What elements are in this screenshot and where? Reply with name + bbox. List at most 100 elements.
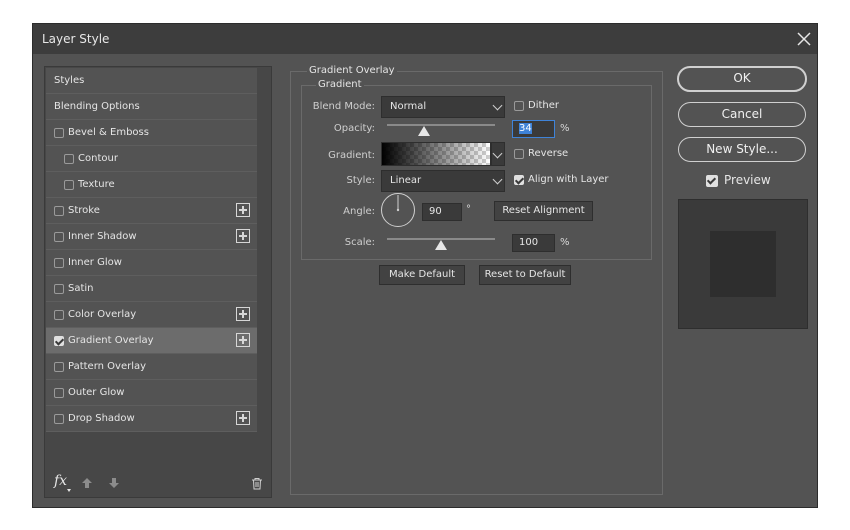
gradient-overlay-title: Gradient Overlay: [307, 65, 397, 77]
style-item-checkbox[interactable]: [54, 232, 64, 242]
scale-slider-thumb[interactable]: [435, 240, 447, 250]
opacity-value: 34: [519, 123, 532, 134]
style-item-label: Texture: [78, 179, 115, 190]
style-item-satin[interactable]: Satin: [46, 276, 257, 302]
style-item-label: Gradient Overlay: [68, 335, 154, 346]
style-item-color-overlay[interactable]: Color Overlay: [46, 302, 257, 328]
style-item-outer-glow[interactable]: Outer Glow: [46, 380, 257, 406]
style-item-styles[interactable]: Styles: [46, 68, 257, 94]
opacity-slider-thumb[interactable]: [417, 126, 430, 136]
scale-input[interactable]: 100: [512, 234, 555, 252]
style-item-contour[interactable]: Contour: [46, 146, 257, 172]
angle-input[interactable]: 90: [422, 203, 462, 221]
cancel-button[interactable]: Cancel: [678, 102, 806, 127]
blend-mode-label: Blend Mode:: [312, 101, 375, 112]
title-bar[interactable]: Layer Style: [33, 24, 817, 54]
style-select[interactable]: Linear: [381, 170, 505, 192]
style-item-bevel-emboss[interactable]: Bevel & Emboss: [46, 120, 257, 146]
dither-label: Dither: [528, 100, 560, 111]
add-effect-icon[interactable]: [236, 411, 250, 425]
style-item-label: Stroke: [68, 205, 100, 216]
blend-mode-select[interactable]: Normal: [381, 96, 505, 118]
style-item-checkbox[interactable]: [54, 310, 64, 320]
style-item-label: Satin: [68, 283, 94, 294]
preview-checkbox[interactable]: [706, 175, 718, 187]
scale-label: Scale:: [344, 237, 375, 248]
style-item-inner-shadow[interactable]: Inner Shadow: [46, 224, 257, 250]
gradient-dropdown[interactable]: [491, 142, 505, 166]
style-item-label: Inner Shadow: [68, 231, 137, 242]
style-item-texture[interactable]: Texture: [46, 172, 257, 198]
style-item-pattern-overlay[interactable]: Pattern Overlay: [46, 354, 257, 380]
add-effect-icon[interactable]: [236, 333, 250, 347]
style-item-checkbox[interactable]: [54, 414, 64, 424]
gradient-swatch[interactable]: [381, 142, 491, 166]
align-with-layer-label: Align with Layer: [528, 174, 609, 185]
style-item-checkbox[interactable]: [54, 206, 64, 216]
style-value: Linear: [390, 175, 422, 186]
style-item-blending-options[interactable]: Blending Options: [46, 94, 257, 120]
gradient-subgroup-title: Gradient: [316, 79, 364, 91]
close-icon[interactable]: [795, 30, 813, 48]
scale-value: 100: [519, 237, 539, 248]
opacity-label: Opacity:: [333, 123, 375, 134]
preview-label: Preview: [724, 173, 771, 187]
scale-unit: %: [560, 237, 570, 248]
style-item-stroke[interactable]: Stroke: [46, 198, 257, 224]
style-item-label: Pattern Overlay: [68, 361, 147, 372]
reset-to-default-button[interactable]: Reset to Default: [479, 265, 571, 285]
style-item-gradient-overlay[interactable]: Gradient Overlay: [46, 328, 257, 354]
add-effect-icon[interactable]: [236, 229, 250, 243]
opacity-slider-track[interactable]: [387, 124, 495, 126]
style-item-checkbox[interactable]: [54, 362, 64, 372]
style-item-checkbox[interactable]: [54, 128, 64, 138]
style-item-label: Styles: [54, 75, 85, 86]
add-effect-icon[interactable]: [236, 307, 250, 321]
add-effect-icon[interactable]: [236, 203, 250, 217]
fx-icon[interactable]: fx: [54, 473, 67, 489]
new-style-button[interactable]: New Style...: [678, 137, 806, 162]
style-preview-swatch: [710, 231, 776, 297]
chevron-down-icon: [492, 148, 503, 159]
angle-label: Angle:: [343, 206, 375, 217]
dither-checkbox[interactable]: [514, 101, 524, 111]
trash-icon[interactable]: [251, 477, 263, 493]
style-item-label: Color Overlay: [68, 309, 137, 320]
style-item-label: Blending Options: [54, 101, 140, 112]
gradient-preview: [382, 143, 490, 165]
styles-list: Styles Blending Options Bevel & Emboss Cont…: [44, 66, 272, 498]
make-default-button[interactable]: Make Default: [379, 265, 465, 285]
list-scrollbar[interactable]: [257, 67, 271, 469]
fx-menu-arrow-icon: [67, 489, 71, 492]
style-item-inner-glow[interactable]: Inner Glow: [46, 250, 257, 276]
move-down-icon[interactable]: [108, 477, 120, 492]
style-item-checkbox[interactable]: [64, 180, 74, 190]
style-item-label: Inner Glow: [68, 257, 122, 268]
style-item-checkbox[interactable]: [54, 388, 64, 398]
opacity-input[interactable]: 34: [512, 120, 555, 138]
layer-style-dialog: Layer Style Styles Blending Options Bevel …: [32, 23, 818, 508]
reverse-checkbox[interactable]: [514, 149, 524, 159]
style-item-checkbox[interactable]: [54, 284, 64, 294]
chevron-down-icon: [492, 100, 503, 111]
angle-unit: °: [466, 204, 471, 215]
move-up-icon[interactable]: [81, 477, 93, 492]
align-with-layer-checkbox[interactable]: [514, 175, 524, 185]
reverse-label: Reverse: [528, 148, 569, 159]
angle-value: 90: [429, 206, 442, 217]
style-label: Style:: [346, 175, 376, 186]
blend-mode-value: Normal: [390, 101, 427, 112]
chevron-down-icon: [492, 174, 503, 185]
gradient-label: Gradient:: [328, 150, 375, 161]
style-item-checkbox[interactable]: [54, 336, 64, 346]
reset-alignment-button[interactable]: Reset Alignment: [494, 201, 593, 221]
style-item-checkbox[interactable]: [64, 154, 74, 164]
style-item-label: Contour: [78, 153, 118, 164]
opacity-unit: %: [560, 123, 570, 134]
style-item-drop-shadow[interactable]: Drop Shadow: [46, 406, 257, 432]
style-item-label: Drop Shadow: [68, 413, 135, 424]
style-item-checkbox[interactable]: [54, 258, 64, 268]
dialog-title: Layer Style: [42, 32, 110, 46]
angle-dial[interactable]: [380, 192, 416, 228]
ok-button[interactable]: OK: [677, 66, 807, 92]
